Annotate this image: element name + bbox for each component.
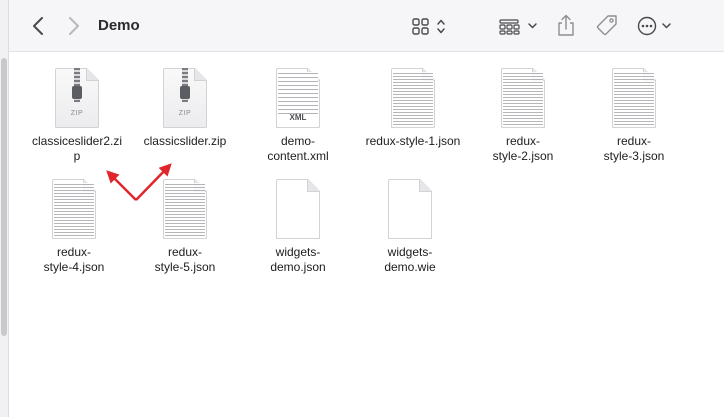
- file-item-redux-style-4-json[interactable]: redux- style-4.json: [19, 179, 129, 275]
- chevron-left-icon: [33, 17, 43, 35]
- chevron-right-icon: [69, 17, 79, 35]
- ellipsis-circle-icon: [637, 16, 671, 36]
- file-item-redux-style-1-json[interactable]: redux-style-1.json: [358, 68, 468, 149]
- file-name: widgets- demo.wie: [384, 245, 436, 274]
- forward-button[interactable]: [63, 13, 85, 39]
- tag-button[interactable]: [594, 12, 620, 40]
- file-name: redux- style-3.json: [603, 134, 665, 163]
- json-file-icon: [610, 68, 658, 130]
- file-item-classiceslider2-zip[interactable]: ZIP classiceslider2.zi p: [22, 68, 132, 164]
- json-file-icon: [499, 68, 547, 130]
- file-item-demo-content-xml[interactable]: XML demo- content.xml: [243, 68, 353, 164]
- file-item-widgets-demo-json[interactable]: widgets- demo.json: [243, 179, 353, 275]
- more-actions-button[interactable]: [636, 14, 676, 38]
- file-name: redux- style-4.json: [43, 245, 105, 274]
- json-file-icon: [389, 68, 437, 130]
- file-item-redux-style-3-json[interactable]: redux- style-3.json: [579, 68, 689, 164]
- group-by-icon: [499, 19, 537, 35]
- json-file-icon: [50, 179, 98, 241]
- window-left-edge: [0, 0, 9, 417]
- file-name: widgets- demo.json: [270, 245, 326, 274]
- share-button[interactable]: [554, 12, 578, 40]
- file-item-redux-style-2-json[interactable]: redux- style-2.json: [468, 68, 578, 164]
- file-name: redux-style-1.json: [365, 134, 461, 148]
- zip-badge: ZIP: [70, 110, 84, 117]
- back-button[interactable]: [27, 13, 49, 39]
- window-title: Demo: [98, 17, 140, 34]
- grid-view-icon: [412, 18, 445, 35]
- file-name: classicslider.zip: [143, 134, 227, 148]
- file-grid: ZIP classiceslider2.zi p ZIP classicslid…: [9, 53, 724, 417]
- view-mode-button[interactable]: [410, 14, 450, 38]
- xml-file-icon: XML: [274, 68, 322, 130]
- file-name: redux- style-5.json: [154, 245, 216, 274]
- json-file-icon: [161, 179, 209, 241]
- zip-file-icon: ZIP: [161, 68, 209, 130]
- blank-document-icon: [274, 179, 322, 241]
- share-icon: [558, 14, 574, 36]
- file-name: demo- content.xml: [267, 134, 329, 163]
- xml-badge: XML: [289, 113, 307, 122]
- blank-document-icon: [386, 179, 434, 241]
- tag-icon: [596, 15, 617, 36]
- zip-badge: ZIP: [178, 110, 192, 117]
- scrollbar-thumb[interactable]: [1, 58, 7, 336]
- file-name: redux- style-2.json: [492, 134, 554, 163]
- file-item-redux-style-5-json[interactable]: redux- style-5.json: [130, 179, 240, 275]
- file-name: classiceslider2.zi p: [31, 134, 123, 163]
- toolbar: Demo: [9, 0, 724, 52]
- file-item-classicslider-zip[interactable]: ZIP classicslider.zip: [130, 68, 240, 149]
- group-by-button[interactable]: [498, 14, 540, 38]
- file-item-widgets-demo-wie[interactable]: widgets- demo.wie: [355, 179, 465, 275]
- zip-file-icon: ZIP: [53, 68, 101, 130]
